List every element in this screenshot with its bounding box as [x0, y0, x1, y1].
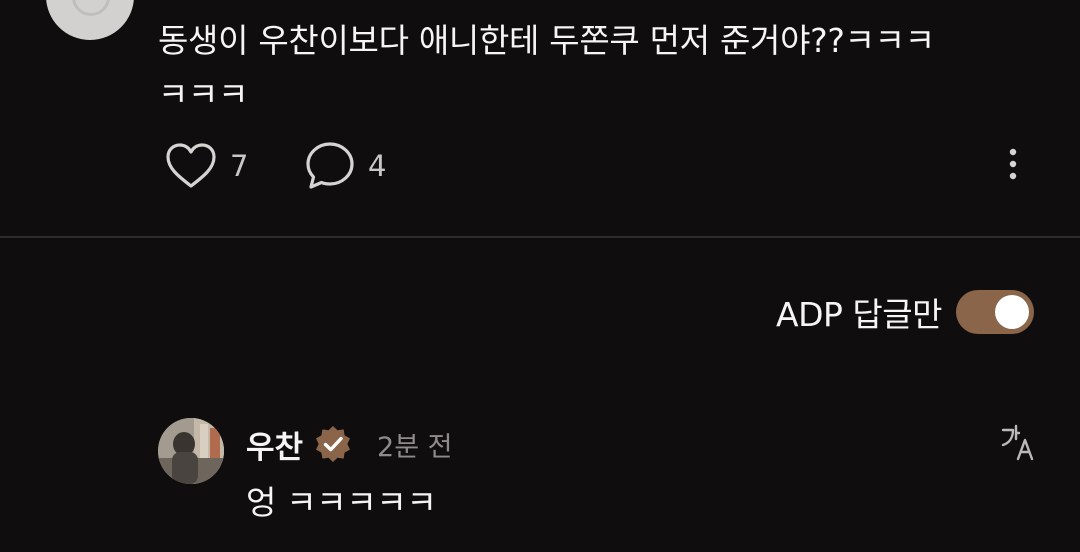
verified-badge-icon — [313, 424, 353, 464]
adp-only-toggle[interactable] — [956, 290, 1034, 334]
reply-header: 우찬 2분 전 — [246, 422, 453, 466]
toggle-knob — [995, 295, 1029, 329]
vertical-ellipsis-icon — [1008, 148, 1018, 184]
post-author-avatar[interactable] — [46, 0, 134, 40]
filter-label: ADP 답글만 — [776, 295, 942, 334]
translate-icon — [998, 424, 1038, 466]
heart-icon — [164, 141, 218, 191]
reply-text: 엉 ㅋㅋㅋㅋㅋ — [246, 483, 437, 522]
comment-count: 4 — [368, 149, 387, 183]
section-divider — [0, 236, 1080, 238]
more-options-button[interactable] — [996, 146, 1030, 186]
comment-button[interactable]: 4 — [304, 140, 386, 192]
reply-timestamp: 2분 전 — [377, 431, 453, 463]
speech-bubble-icon — [304, 140, 356, 192]
adp-reply-filter: ADP 답글만 — [776, 289, 1034, 335]
like-button[interactable]: 7 — [164, 141, 304, 191]
post-text: 동생이 우찬이보다 애니한테 두쫀쿠 먼저 준거야??ㅋㅋㅋㅋㅋㅋ — [158, 21, 935, 114]
post-actions: 7 4 — [164, 140, 386, 192]
reply-author-avatar[interactable] — [158, 418, 224, 484]
reply-author-name[interactable]: 우찬 — [246, 422, 303, 467]
like-count: 7 — [230, 149, 249, 183]
translate-button[interactable] — [998, 422, 1038, 462]
